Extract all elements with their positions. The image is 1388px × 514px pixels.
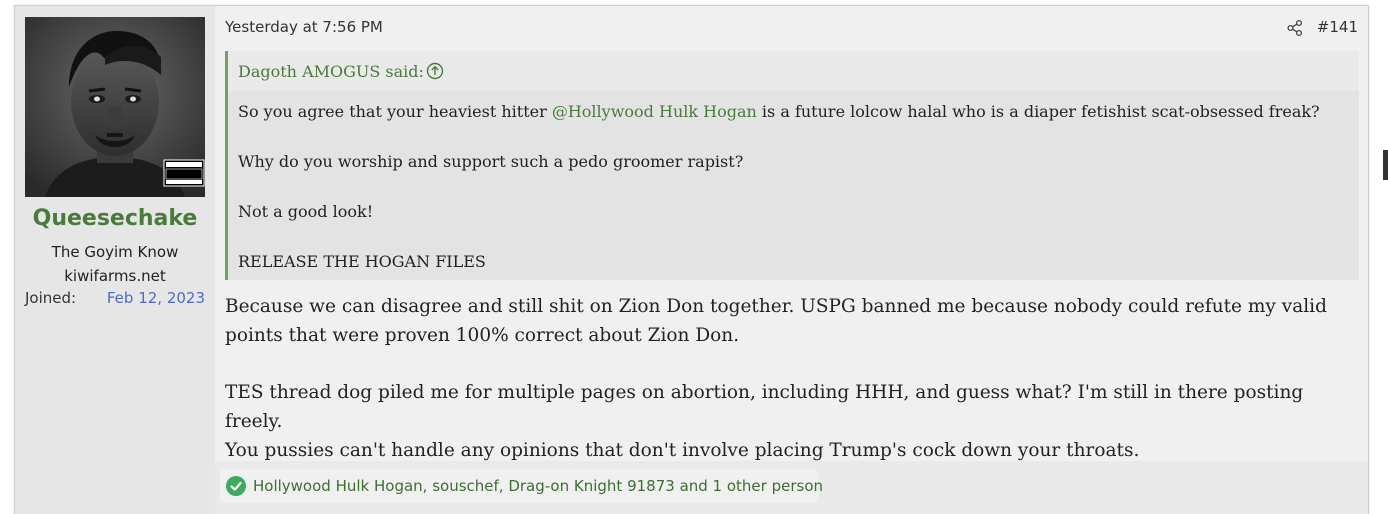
joined-label: Joined: xyxy=(25,289,77,307)
quote-text: So you agree that your heaviest hitter xyxy=(238,102,552,121)
post-body: Because we can disagree and still shit o… xyxy=(225,292,1355,493)
user-mention-link[interactable]: @Hollywood Hulk Hogan xyxy=(552,102,757,121)
user-site-line: kiwifarms.net xyxy=(64,267,166,285)
post-text-line: TES thread dog piled me for multiple pag… xyxy=(225,382,1304,432)
share-icon[interactable] xyxy=(1286,19,1304,37)
quote-header: Dagoth AMOGUS said: xyxy=(228,51,1359,91)
post-paragraph: Because we can disagree and still shit o… xyxy=(225,292,1355,350)
quote-line: Not a good look! xyxy=(238,202,374,221)
post-number[interactable]: #141 xyxy=(1317,18,1358,36)
avatar[interactable] xyxy=(25,17,205,197)
parental-advisory-label xyxy=(163,159,205,187)
username[interactable]: Queesechake xyxy=(15,206,215,231)
reactions-list[interactable]: Hollywood Hulk Hogan, souschef, Drag-on … xyxy=(253,477,823,495)
post-text-line: Because we can disagree and still shit o… xyxy=(225,296,1327,317)
user-title-line: The Goyim Know xyxy=(51,243,179,261)
avatar-image xyxy=(25,17,205,197)
quote-body: So you agree that your heaviest hitter @… xyxy=(238,100,1348,300)
joined-date: Feb 12, 2023 xyxy=(106,289,205,307)
joined-row: Joined: Feb 12, 2023 xyxy=(25,289,205,307)
quote-text: is a future lolcow halal who is a diaper… xyxy=(756,102,1320,121)
post-timestamp[interactable]: Yesterday at 7:56 PM xyxy=(225,18,383,36)
quote-block: Dagoth AMOGUS said: So you agree that yo… xyxy=(225,51,1359,280)
post-text-line: You pussies can't handle any opinions th… xyxy=(225,440,1140,461)
user-title: The Goyim Know kiwifarms.net xyxy=(15,240,215,288)
page: Queesechake The Goyim Know kiwifarms.net… xyxy=(0,0,1388,514)
post-paragraph: TES thread dog piled me for multiple pag… xyxy=(225,378,1355,465)
quote-author[interactable]: Dagoth AMOGUS said: xyxy=(238,62,424,81)
window-edge xyxy=(1383,150,1388,180)
user-info-column: Queesechake The Goyim Know kiwifarms.net… xyxy=(15,6,215,514)
post-text-line: points that were proven 100% correct abo… xyxy=(225,325,740,346)
reactions-bar[interactable]: Hollywood Hulk Hogan, souschef, Drag-on … xyxy=(220,469,823,503)
post-main: Yesterday at 7:56 PM #141 Dagoth AMOGUS … xyxy=(215,6,1368,461)
quote-line: Why do you worship and support such a pe… xyxy=(238,152,744,171)
quote-line: So you agree that your heaviest hitter @… xyxy=(238,100,1348,150)
forum-post: Queesechake The Goyim Know kiwifarms.net… xyxy=(14,5,1369,514)
arrow-up-circle-icon[interactable] xyxy=(426,62,444,80)
check-circle-icon xyxy=(226,476,246,496)
